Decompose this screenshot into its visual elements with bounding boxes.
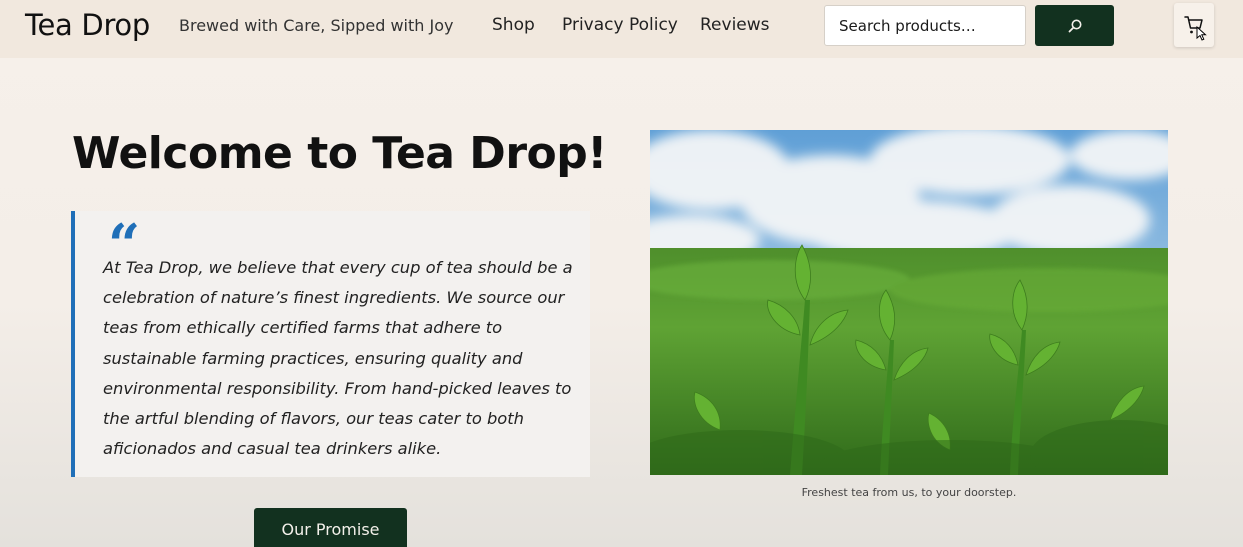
search-input[interactable] [824, 5, 1026, 46]
quote-text: At Tea Drop, we believe that every cup o… [103, 258, 573, 459]
nav-privacy-policy[interactable]: Privacy Policy [562, 15, 678, 35]
site-logo[interactable]: Tea Drop [25, 8, 150, 42]
image-caption: Freshest tea from us, to your doorstep. [801, 486, 1017, 499]
mission-quote: “ At Tea Drop, we believe that every cup… [71, 211, 590, 477]
tea-field-image [650, 130, 1168, 475]
mouse-cursor [1196, 26, 1207, 41]
nav-shop[interactable]: Shop [492, 15, 535, 35]
search-button[interactable] [1035, 5, 1114, 46]
hero-title: Welcome to Tea Drop! [72, 128, 607, 179]
nav-reviews[interactable]: Reviews [700, 15, 770, 35]
search-icon [1068, 19, 1081, 32]
cart-button[interactable] [1174, 3, 1214, 47]
site-header: Tea Drop Brewed with Care, Sipped with J… [0, 0, 1243, 58]
our-promise-button[interactable]: Our Promise [254, 508, 407, 547]
site-tagline: Brewed with Care, Sipped with Joy [179, 16, 454, 35]
